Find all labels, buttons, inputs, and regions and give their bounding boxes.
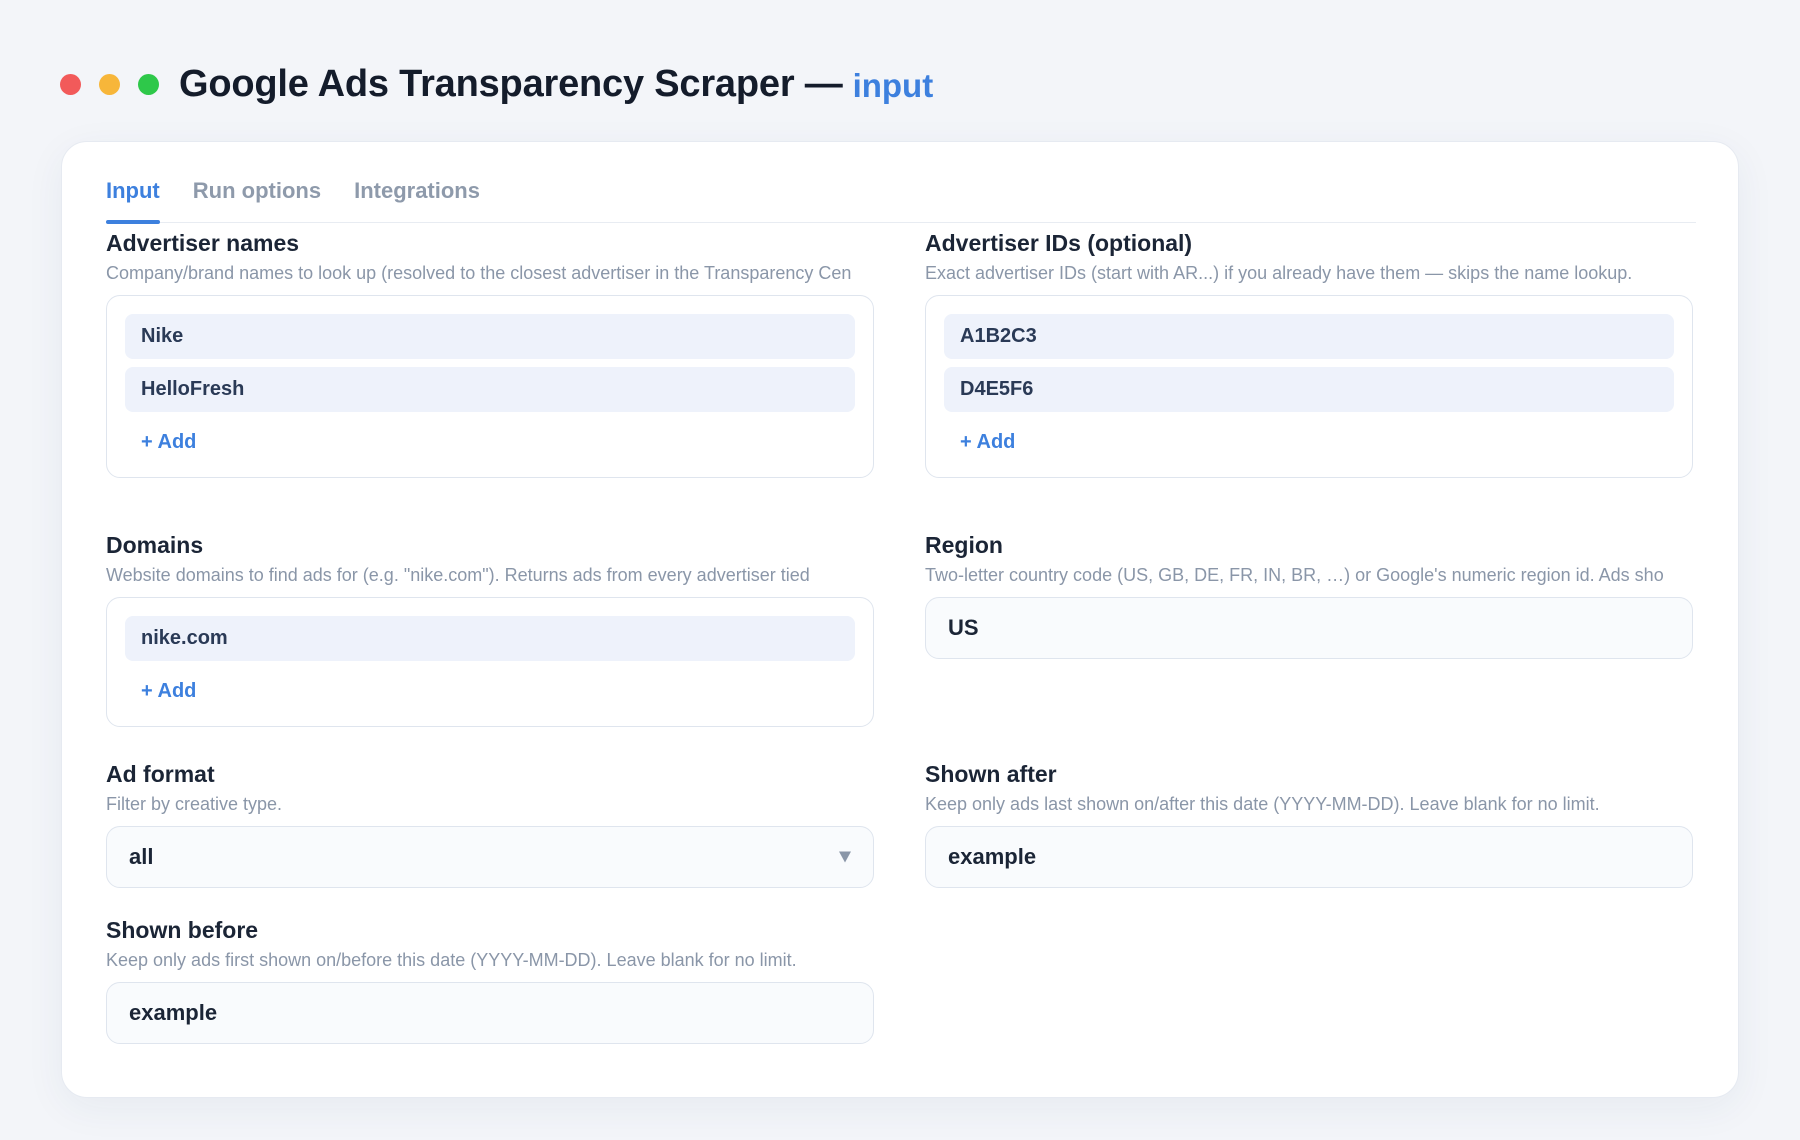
domains-field: Domains Website domains to find ads for … <box>106 531 874 727</box>
shown-before-input[interactable]: example <box>106 982 874 1044</box>
field-description: Keep only ads last shown on/after this d… <box>925 794 1600 814</box>
field-label: Shown before <box>106 917 259 943</box>
tab-bar: Input Run options Integrations <box>106 178 1696 224</box>
close-window-button[interactable] <box>60 73 81 95</box>
window-header: Google Ads Transparency Scraper — input <box>60 58 933 110</box>
add-advertiser-name-button[interactable]: + Add <box>125 420 855 465</box>
minimize-window-button[interactable] <box>99 73 120 95</box>
advertiser-names-field: Advertiser names Company/brand names to … <box>106 229 874 478</box>
list-item[interactable]: A1B2C3 <box>944 314 1674 359</box>
region-field: Region Two-letter country code (US, GB, … <box>925 531 1693 659</box>
field-description: Filter by creative type. <box>106 794 283 814</box>
field-description: Website domains to find ads for (e.g. "n… <box>106 565 810 585</box>
shown-after-field: Shown after Keep only ads last shown on/… <box>925 760 1693 888</box>
page-title: Google Ads Transparency Scraper — <box>179 62 843 105</box>
advertiser-ids-field: Advertiser IDs (optional) Exact advertis… <box>925 229 1693 478</box>
field-label: Advertiser IDs (optional) <box>925 230 1193 256</box>
advertiser-ids-list: A1B2C3 D4E5F6 + Add <box>925 295 1693 478</box>
list-item[interactable]: D4E5F6 <box>944 367 1674 412</box>
shown-after-input[interactable]: example <box>925 826 1693 888</box>
advertiser-names-list: Nike HelloFresh + Add <box>106 295 874 478</box>
tab-integrations[interactable]: Integrations <box>354 178 480 223</box>
field-description: Keep only ads first shown on/before this… <box>106 950 797 970</box>
list-item[interactable]: HelloFresh <box>125 367 855 412</box>
tab-input[interactable]: Input <box>106 178 160 224</box>
field-description: Two-letter country code (US, GB, DE, FR,… <box>925 565 1664 585</box>
field-label: Domains <box>106 532 204 558</box>
list-item[interactable]: Nike <box>125 314 855 359</box>
list-item[interactable]: nike.com <box>125 616 855 661</box>
ad-format-select[interactable]: all <box>106 826 874 888</box>
page-subtitle: input <box>852 67 934 104</box>
ad-format-field: Ad format Filter by creative type. all <box>106 760 874 888</box>
ad-format-value: all <box>129 844 154 869</box>
field-description: Exact advertiser IDs (start with AR...) … <box>925 263 1633 283</box>
domains-list: nike.com + Add <box>106 597 874 727</box>
region-input[interactable]: US <box>925 597 1693 659</box>
field-description: Company/brand names to look up (resolved… <box>106 263 852 283</box>
field-label: Region <box>925 532 1003 558</box>
shown-before-field: Shown before Keep only ads first shown o… <box>106 916 874 1044</box>
input-card: Input Run options Integrations Advertise… <box>61 141 1739 1098</box>
field-label: Ad format <box>106 761 215 787</box>
maximize-window-button[interactable] <box>138 73 159 95</box>
add-domain-button[interactable]: + Add <box>125 669 855 714</box>
add-advertiser-id-button[interactable]: + Add <box>944 420 1674 465</box>
field-label: Shown after <box>925 761 1057 787</box>
tab-run-options[interactable]: Run options <box>193 178 321 223</box>
chevron-down-icon <box>839 851 851 863</box>
field-label: Advertiser names <box>106 230 300 256</box>
